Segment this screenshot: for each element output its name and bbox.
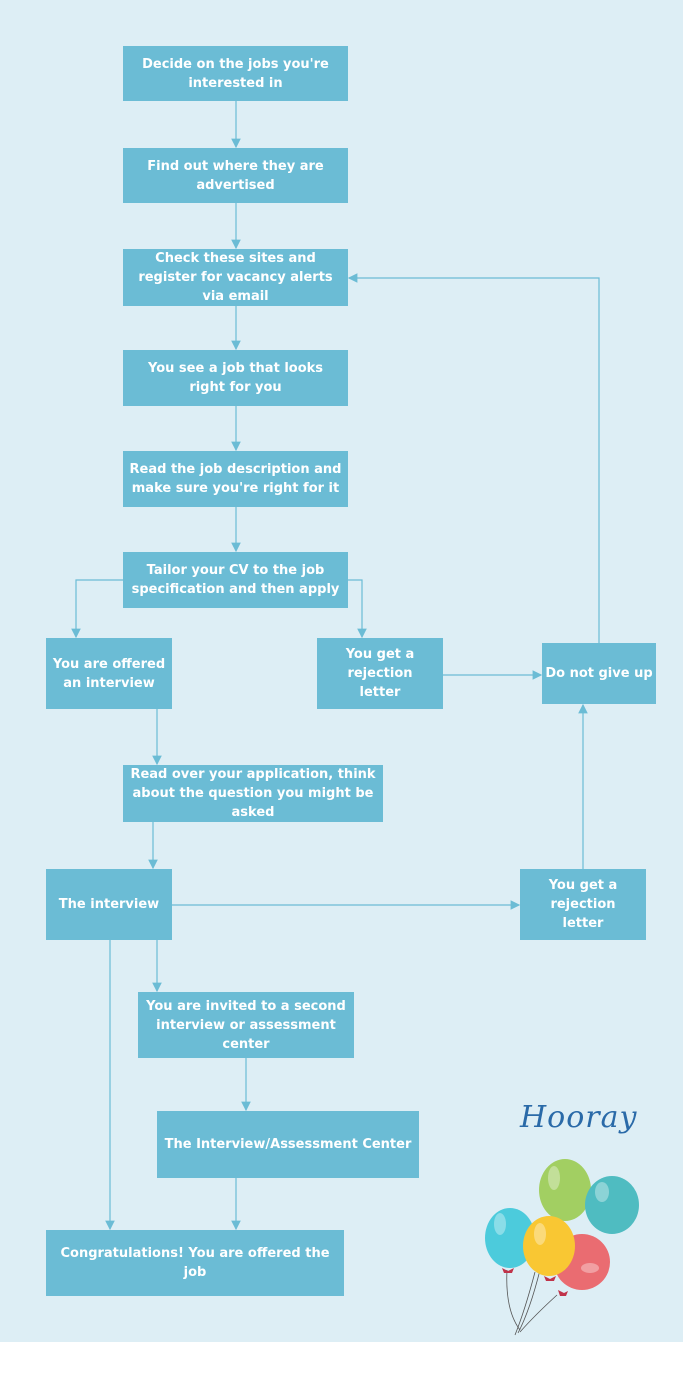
node-rejection-1: You get a rejection letter: [317, 638, 443, 709]
arrow-giveup-check: [347, 273, 600, 643]
node-read: Read the job description and make sure y…: [123, 451, 348, 507]
node-tailor: Tailor your CV to the job specification …: [123, 552, 348, 608]
arrow-tailor-offered: [71, 579, 123, 639]
node-congrats: Congratulations! You are offered the job: [46, 1230, 344, 1296]
arrow-tailor-rejection: [348, 579, 367, 639]
node-offered: You are offered an interview: [46, 638, 172, 709]
node-decide: Decide on the jobs you're interested in: [123, 46, 348, 101]
node-readover: Read over your application, think about …: [123, 765, 383, 822]
node-check: Check these sites and register for vacan…: [123, 249, 348, 306]
hooray-text: Hooray: [520, 1100, 638, 1135]
node-rejection-2: You get a rejection letter: [520, 869, 646, 940]
node-giveup: Do not give up: [542, 643, 656, 704]
balloons-icon: [485, 1159, 639, 1336]
node-interview: The interview: [46, 869, 172, 940]
node-find: Find out where they are advertised: [123, 148, 348, 203]
node-assessment: The Interview/Assessment Center: [157, 1111, 419, 1178]
node-invited: You are invited to a second interview or…: [138, 992, 354, 1058]
node-see: You see a job that looks right for you: [123, 350, 348, 406]
